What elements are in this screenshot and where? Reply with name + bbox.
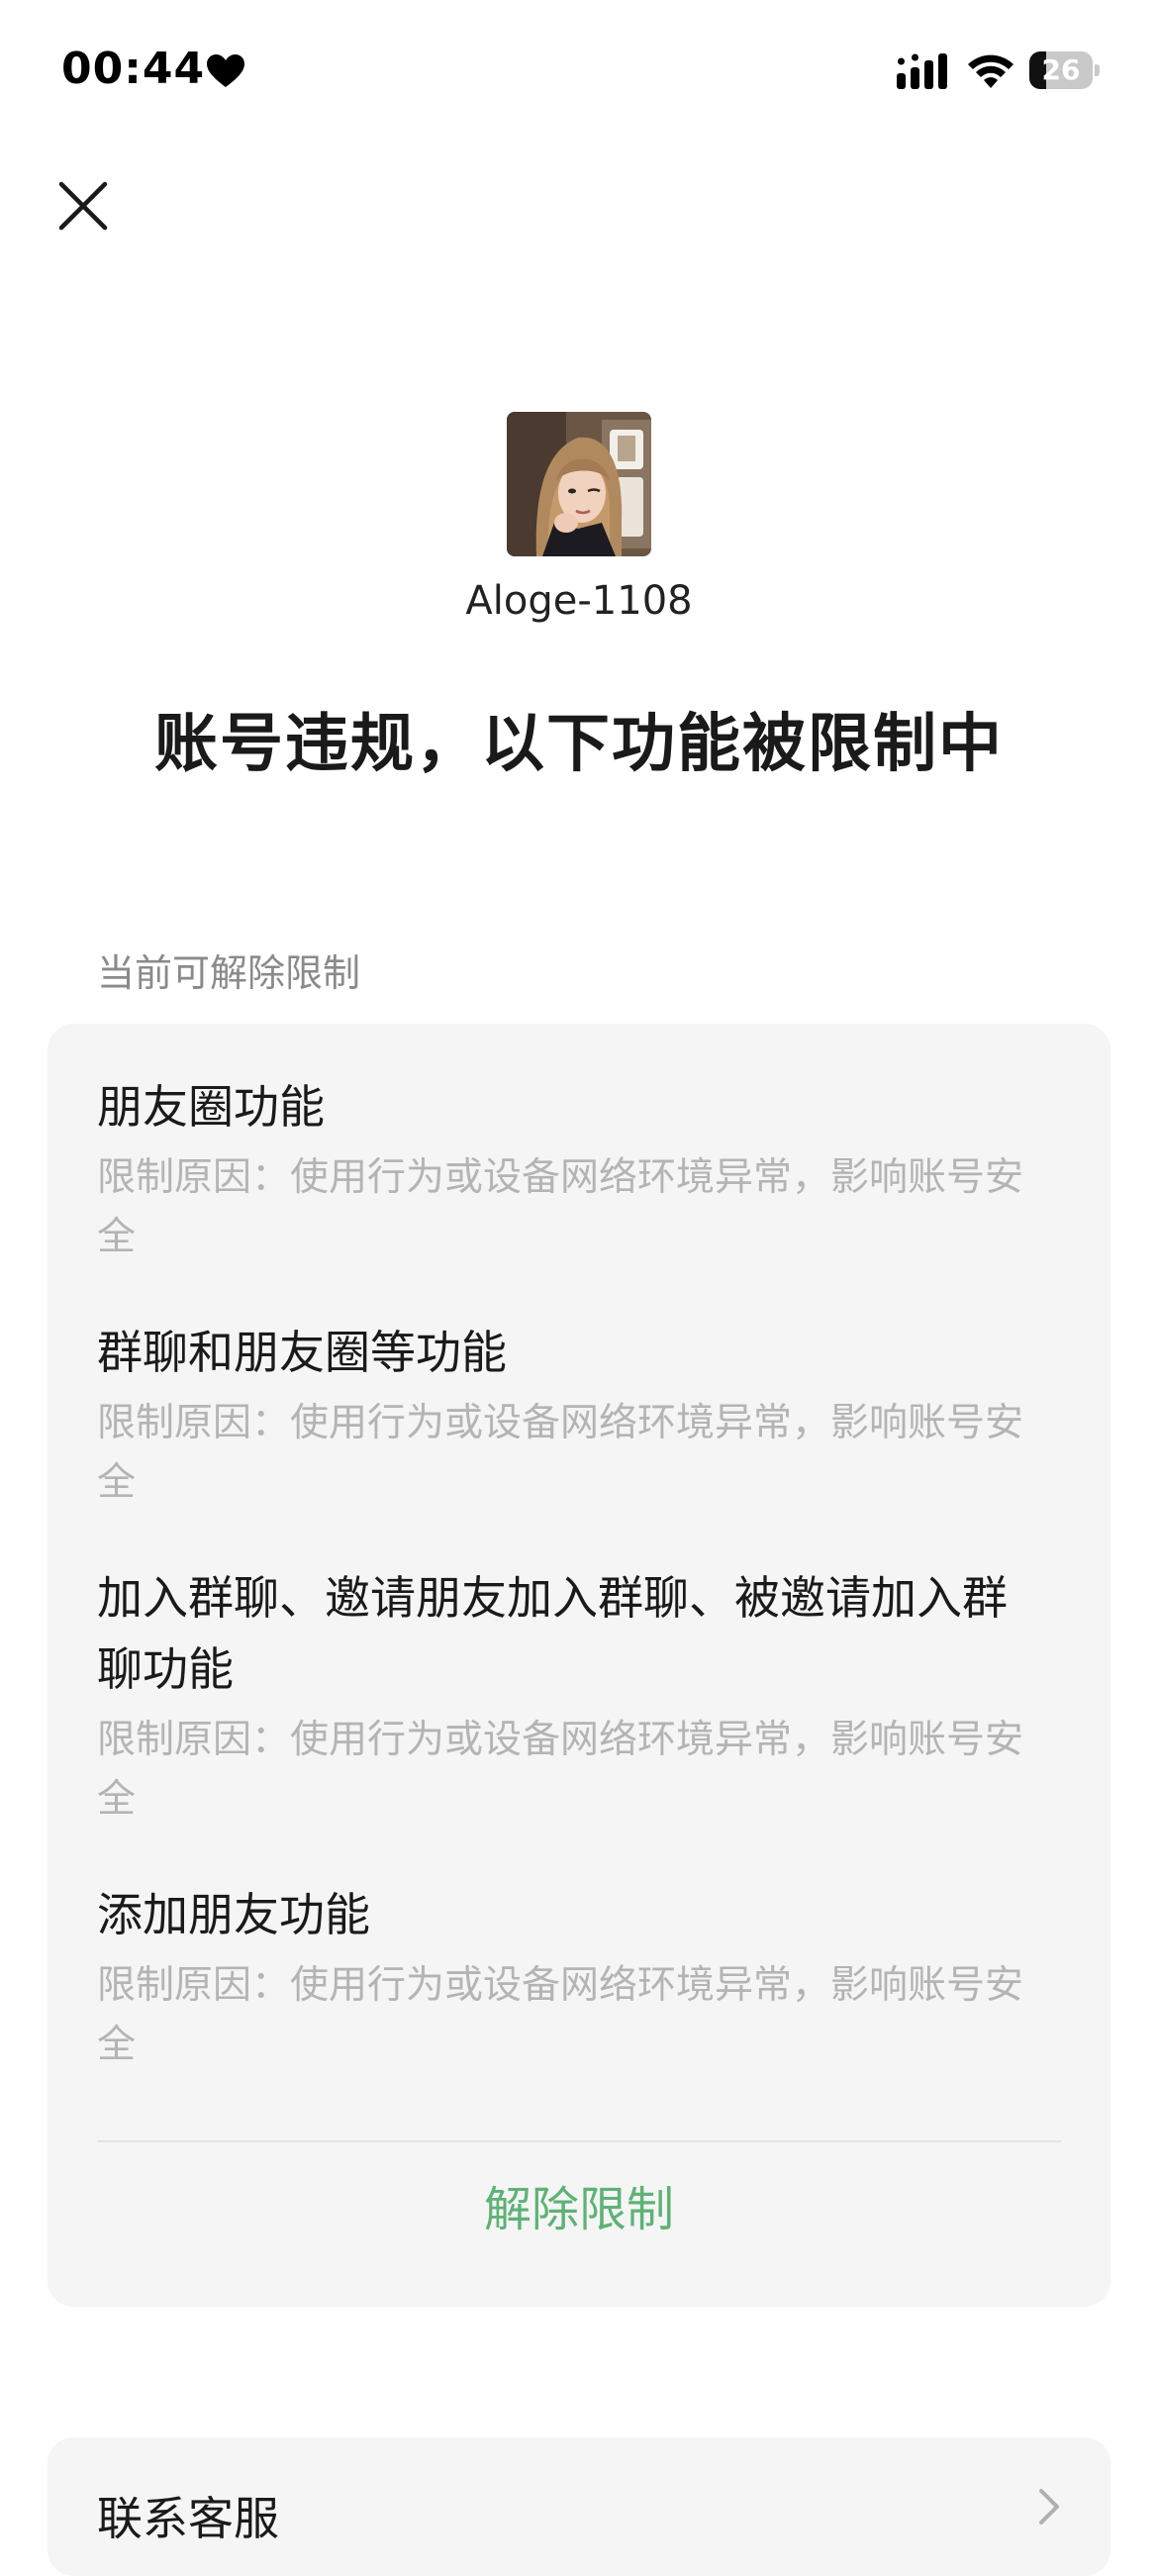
- heart-icon: [207, 54, 244, 87]
- status-time: 00:44: [61, 44, 206, 94]
- restriction-reason: 限制原因：使用行为或设备网络环境异常，影响账号安全: [97, 1963, 1024, 2067]
- restriction-title: 添加朋友功能: [97, 1888, 370, 1941]
- section-label: 当前可解除限制: [97, 951, 361, 995]
- restriction-item: 群聊和朋友圈等功能 限制原因：使用行为或设备网络环境异常，影响账号安全: [97, 1317, 1047, 1513]
- close-button[interactable]: [55, 178, 111, 234]
- restriction-title: 群聊和朋友圈等功能: [97, 1326, 507, 1379]
- chevron-right-icon: [1039, 2489, 1059, 2525]
- status-bar: 00:44 26: [0, 0, 1158, 149]
- restrictions-card: 朋友圈功能 限制原因：使用行为或设备网络环境异常，影响账号安全 群聊和朋友圈等功…: [48, 1024, 1110, 2307]
- wifi-icon: [968, 54, 1013, 88]
- unlock-restriction-button[interactable]: 解除限制: [48, 2160, 1110, 2259]
- battery-percentage: 26: [1041, 53, 1081, 86]
- restriction-item: 添加朋友功能 限制原因：使用行为或设备网络环境异常，影响账号安全: [97, 1879, 1047, 2075]
- card-divider: [97, 2140, 1061, 2142]
- battery-icon: 26: [1029, 51, 1101, 89]
- contact-support-button[interactable]: 联系客服: [48, 2437, 1110, 2576]
- restriction-title: 加入群聊、邀请朋友加入群聊、被邀请加入群聊功能: [97, 1571, 1008, 1696]
- restriction-item: 加入群聊、邀请朋友加入群聊、被邀请加入群聊功能 限制原因：使用行为或设备网络环境…: [97, 1562, 1047, 1830]
- restriction-reason: 限制原因：使用行为或设备网络环境异常，影响账号安全: [97, 1155, 1024, 1259]
- restriction-title: 朋友圈功能: [97, 1080, 325, 1134]
- restriction-reason: 限制原因：使用行为或设备网络环境异常，影响账号安全: [97, 1401, 1024, 1505]
- contact-support-label: 联系客服: [97, 2492, 279, 2545]
- close-icon: [58, 181, 108, 231]
- avatar: [507, 412, 651, 556]
- restriction-reason: 限制原因：使用行为或设备网络环境异常，影响账号安全: [97, 1718, 1024, 1822]
- battery-tip: [1095, 64, 1100, 76]
- username: Aloge-1108: [465, 578, 693, 624]
- page-title: 账号违规，以下功能被限制中: [154, 708, 1004, 781]
- battery-body: 26: [1029, 51, 1093, 89]
- restriction-item: 朋友圈功能 限制原因：使用行为或设备网络环境异常，影响账号安全: [97, 1071, 1047, 1267]
- cellular-signal-icon: [897, 53, 947, 89]
